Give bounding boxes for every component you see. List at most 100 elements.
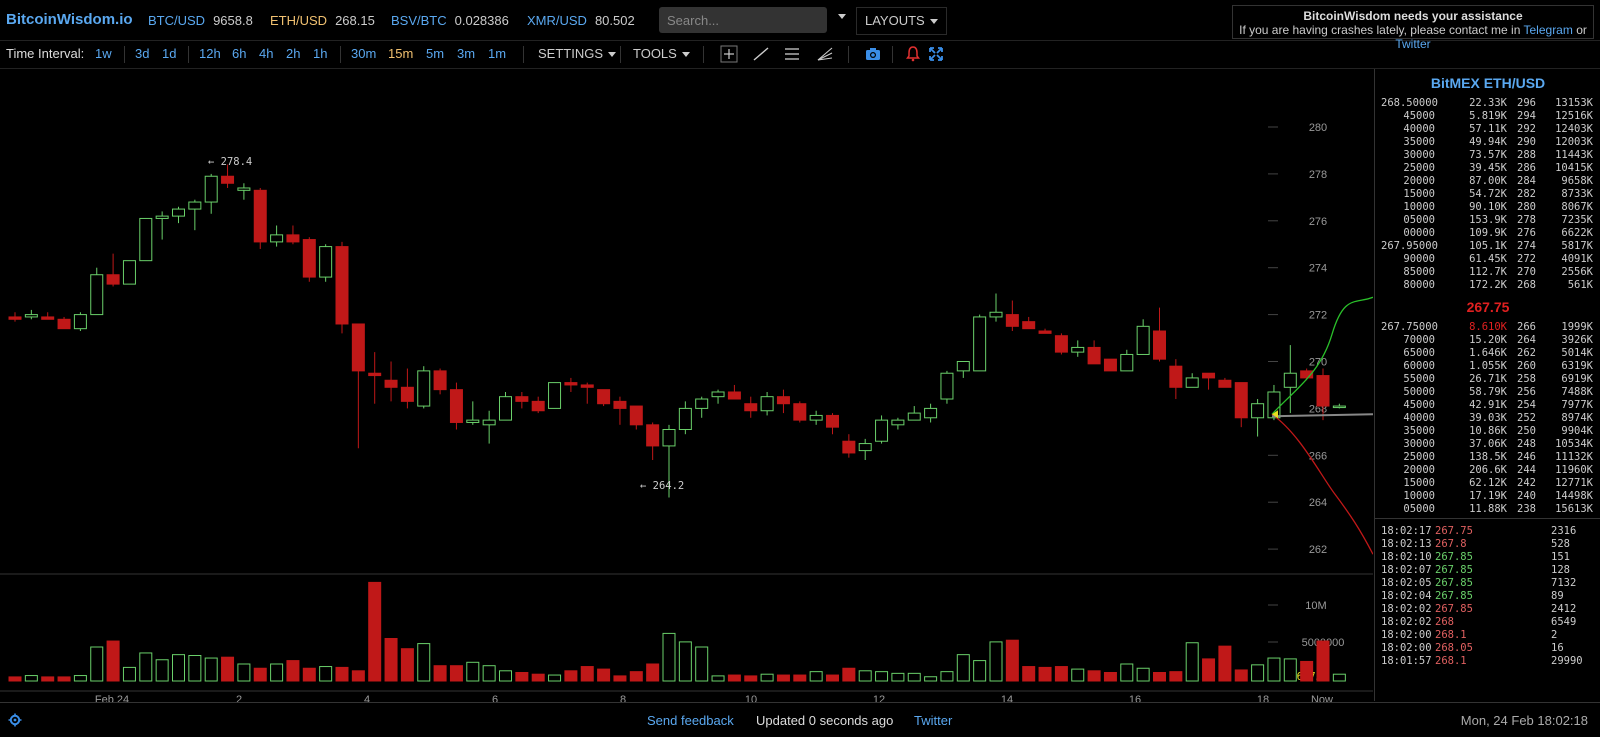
interval-12h[interactable]: 12h — [199, 46, 221, 61]
orderbook-sum: 3926K — [1561, 334, 1593, 346]
orderbook-row[interactable]: 40000 57.11K 292 12403K — [1381, 123, 1593, 136]
interval-1h[interactable]: 1h — [313, 46, 327, 61]
settings-menu[interactable]: SETTINGS — [538, 46, 617, 61]
ticker-eth[interactable]: ETH/USD 268.15 — [270, 13, 375, 28]
fan-tool-icon[interactable] — [815, 44, 835, 64]
orderbook-row[interactable]: 15000 62.12K 242 12771K — [1381, 477, 1593, 490]
status-bar: Send feedback Updated 0 seconds ago Twit… — [0, 702, 1600, 737]
interval-1m[interactable]: 1m — [488, 46, 506, 61]
orderbook-row[interactable]: 85000 112.7K 270 2556K — [1381, 266, 1593, 279]
volume-tick-label: 10M — [1305, 600, 1326, 612]
candle-body — [646, 424, 660, 447]
volume-bar — [253, 667, 267, 682]
orderbook-row[interactable]: 90000 61.45K 272 4091K — [1381, 253, 1593, 266]
orderbook-row[interactable]: 65000 1.646K 262 5014K — [1381, 347, 1593, 360]
orderbook-level: 278 — [1517, 214, 1536, 226]
candle-body — [1103, 358, 1117, 372]
notice-title: BitcoinWisdom needs your assistance — [1303, 9, 1523, 23]
time-tick-label: 12 — [873, 694, 885, 702]
orderbook-row[interactable]: 268.50000 22.33K 296 13153K — [1381, 97, 1593, 110]
time-tick-label: 2 — [236, 694, 242, 702]
send-feedback-link[interactable]: Send feedback — [647, 713, 734, 728]
ticker-btc[interactable]: BTC/USD 9658.8 — [148, 13, 253, 28]
twitter-footer-link[interactable]: Twitter — [914, 713, 952, 728]
ticker-bsv[interactable]: BSV/BTC 0.028386 — [391, 13, 509, 28]
orderbook-level: 270 — [1517, 266, 1536, 278]
fullscreen-icon[interactable] — [926, 44, 946, 64]
orderbook-row[interactable]: 15000 54.72K 282 8733K — [1381, 188, 1593, 201]
volume-bar — [1038, 666, 1052, 682]
orderbook-level: 286 — [1517, 162, 1536, 174]
ticker-xmr[interactable]: XMR/USD 80.502 — [527, 13, 635, 28]
search-input[interactable] — [659, 7, 827, 33]
ticker-pair: ETH/USD — [270, 13, 328, 28]
orderbook-row[interactable]: 35000 49.94K 290 12003K — [1381, 136, 1593, 149]
orderbook-row[interactable]: 70000 15.20K 264 3926K — [1381, 334, 1593, 347]
orderbook-row[interactable]: 05000 153.9K 278 7235K — [1381, 214, 1593, 227]
interval-4h[interactable]: 4h — [259, 46, 273, 61]
volume-bar — [793, 674, 807, 682]
orderbook-row[interactable]: 80000 172.2K 268 561K — [1381, 279, 1593, 292]
volume-bar — [646, 663, 660, 682]
orderbook-row[interactable]: 50000 58.79K 256 7488K — [1381, 386, 1593, 399]
interval-2h[interactable]: 2h — [286, 46, 300, 61]
volume-bar — [466, 661, 480, 682]
orderbook-last-price: 267.75 — [1466, 299, 1510, 315]
volume-bar — [1103, 672, 1117, 682]
bell-icon[interactable] — [903, 44, 923, 64]
search-dropdown-icon[interactable] — [838, 14, 846, 19]
interval-1d[interactable]: 1d — [162, 46, 176, 61]
orderbook-sum: 2556K — [1561, 266, 1593, 278]
time-tick-label: 4 — [364, 694, 370, 702]
orderbook-row[interactable]: 267.95000 105.1K 274 5817K — [1381, 240, 1593, 253]
orderbook-row[interactable]: 267.75000 8.610K 266 1999K — [1381, 321, 1593, 334]
crosshair-icon[interactable] — [719, 44, 739, 64]
ticker-value: 9658.8 — [213, 13, 253, 28]
interval-3d[interactable]: 3d — [135, 46, 149, 61]
interval-15m[interactable]: 15m — [388, 46, 413, 61]
orderbook-row[interactable]: 05000 11.88K 238 15613K — [1381, 503, 1593, 516]
orderbook-row[interactable]: 40000 39.03K 252 8974K — [1381, 412, 1593, 425]
interval-1w[interactable]: 1w — [95, 46, 112, 61]
interval-6h[interactable]: 6h — [232, 46, 246, 61]
orderbook-row[interactable]: 10000 90.10K 280 8067K — [1381, 201, 1593, 214]
interval-3m[interactable]: 3m — [457, 46, 475, 61]
horizontal-lines-icon[interactable] — [782, 44, 802, 64]
tools-menu[interactable]: TOOLS — [633, 46, 690, 61]
orderbook-row[interactable]: 10000 17.19K 240 14498K — [1381, 490, 1593, 503]
orderbook-level: 272 — [1517, 253, 1536, 265]
orderbook-row[interactable]: 60000 1.055K 260 6319K — [1381, 360, 1593, 373]
orderbook-row[interactable]: 55000 26.71K 258 6919K — [1381, 373, 1593, 386]
orderbook-row[interactable]: 20000 87.00K 284 9658K — [1381, 175, 1593, 188]
orderbook-row[interactable]: 30000 73.57K 288 11443K — [1381, 149, 1593, 162]
gear-icon[interactable] — [8, 713, 22, 727]
orderbook-sum: 6622K — [1561, 227, 1593, 239]
orderbook-row[interactable]: 45000 42.91K 254 7977K — [1381, 399, 1593, 412]
orderbook-price: 30000 — [1403, 438, 1435, 450]
price-chart[interactable]: 280278276274272270268266264262 10M500000… — [0, 69, 1373, 702]
orderbook-row[interactable]: 30000 37.06K 248 10534K — [1381, 438, 1593, 451]
volume-bar — [1153, 672, 1166, 682]
interval-30m[interactable]: 30m — [351, 46, 376, 61]
site-logo[interactable]: BitcoinWisdom.io — [6, 11, 133, 28]
orderbook-row[interactable]: 25000 39.45K 286 10415K — [1381, 162, 1593, 175]
layouts-button[interactable]: LAYOUTS — [856, 7, 947, 35]
line-tool-icon[interactable] — [751, 44, 771, 64]
orderbook-level: 284 — [1517, 175, 1536, 187]
telegram-link[interactable]: Telegram — [1524, 23, 1573, 37]
camera-icon[interactable] — [863, 44, 883, 64]
orderbook-row[interactable]: 20000 206.6K 244 11960K — [1381, 464, 1593, 477]
orderbook-sum: 7235K — [1561, 214, 1593, 226]
orderbook-sum: 12003K — [1555, 136, 1593, 148]
orderbook-sum: 9904K — [1561, 425, 1593, 437]
candle-body — [793, 403, 807, 421]
orderbook-price: 20000 — [1403, 175, 1435, 187]
price-tick-label: 272 — [1309, 310, 1327, 322]
orderbook-row[interactable]: 25000 138.5K 246 11132K — [1381, 451, 1593, 464]
orderbook-row[interactable]: 00000 109.9K 276 6622K — [1381, 227, 1593, 240]
orderbook-price: 15000 — [1403, 188, 1435, 200]
orderbook-row[interactable]: 45000 5.819K 294 12516K — [1381, 110, 1593, 123]
interval-5m[interactable]: 5m — [426, 46, 444, 61]
orderbook-row[interactable]: 35000 10.86K 250 9904K — [1381, 425, 1593, 438]
orderbook-price: 40000 — [1403, 412, 1435, 424]
